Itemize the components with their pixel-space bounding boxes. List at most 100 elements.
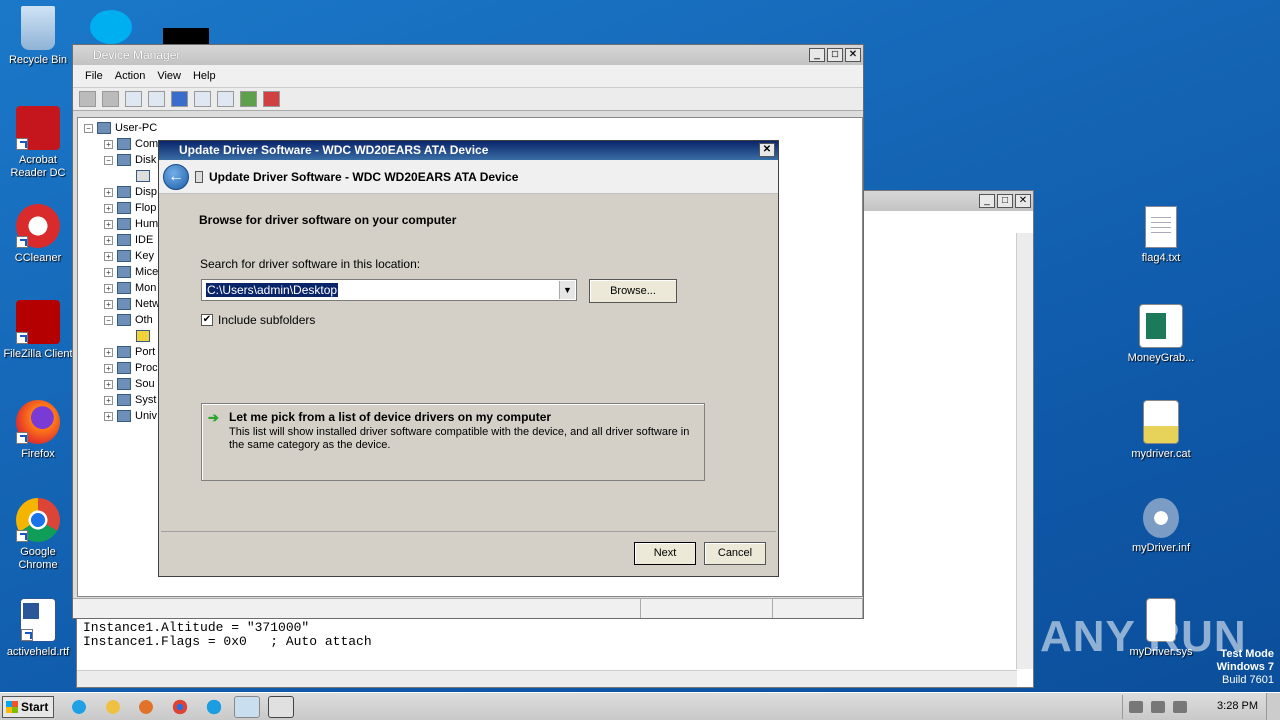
menu-view[interactable]: View <box>151 70 187 82</box>
test-mode-label: Test Mode Windows 7 Build 7601 <box>1216 648 1274 686</box>
toolbar <box>73 87 863 111</box>
tree-item[interactable]: + Key <box>104 248 154 264</box>
image-file-icon <box>1139 304 1183 348</box>
tree-item[interactable]: + Mon <box>104 280 156 296</box>
edge-icon[interactable] <box>201 696 227 718</box>
ie-icon[interactable] <box>66 696 92 718</box>
next-button[interactable]: Next <box>634 542 696 565</box>
firefox-icon <box>16 400 60 444</box>
tree-item[interactable] <box>136 168 150 184</box>
view-icon[interactable] <box>194 91 211 107</box>
tree-item[interactable]: + Com <box>104 136 158 152</box>
flag-icon[interactable] <box>1173 701 1187 713</box>
tree-root[interactable]: − User-PC <box>84 120 157 136</box>
option-title: Let me pick from a list of device driver… <box>229 410 552 424</box>
tree-item[interactable]: + Univ <box>104 408 157 424</box>
update-driver-dialog[interactable]: Update Driver Software - WDC WD20EARS AT… <box>158 140 779 577</box>
pick-from-list-option[interactable]: ➔ Let me pick from a list of device driv… <box>201 403 705 481</box>
show-desktop-button[interactable] <box>1266 693 1280 720</box>
desktop-icon-activeheld[interactable]: activeheld.rtf <box>0 598 76 659</box>
menu-help[interactable]: Help <box>187 70 222 82</box>
dialog-titlebar[interactable]: Update Driver Software - WDC WD20EARS AT… <box>159 141 778 160</box>
tree-item[interactable]: − Disk <box>104 152 156 168</box>
uninstall-icon[interactable] <box>263 91 280 107</box>
menu-action[interactable]: Action <box>109 70 152 82</box>
collapse-icon[interactable]: − <box>84 123 93 133</box>
black-window-icon[interactable] <box>163 28 209 44</box>
desktop-icon-chrome[interactable]: Google Chrome <box>0 498 76 572</box>
vertical-scrollbar[interactable] <box>1016 233 1033 669</box>
device-manager-taskbar-icon[interactable] <box>268 696 294 718</box>
minimize-button[interactable]: _ <box>979 194 995 208</box>
start-button[interactable]: Start <box>2 696 54 718</box>
scan-hardware-icon[interactable] <box>217 91 234 107</box>
media-player-icon[interactable] <box>133 696 159 718</box>
checkmark-icon[interactable]: ✔ <box>201 314 213 326</box>
search-location-combobox[interactable]: C:\Users\admin\Desktop ▼ <box>201 279 577 301</box>
desktop-icon-mydriver-cat[interactable]: mydriver.cat <box>1123 400 1199 461</box>
window-title: Device Manager <box>93 48 181 62</box>
include-subfolders-checkbox[interactable]: ✔ Include subfolders <box>201 313 315 327</box>
warning-device-icon <box>136 330 150 342</box>
list-icon[interactable] <box>148 91 165 107</box>
tree-item[interactable] <box>136 328 150 344</box>
cancel-button[interactable]: Cancel <box>704 542 766 565</box>
desktop-icon-moneygrab[interactable]: MoneyGrab... <box>1123 304 1199 365</box>
desktop-icon-mydriver-inf[interactable]: myDriver.inf <box>1123 498 1199 555</box>
device-icon <box>195 170 203 183</box>
forward-arrow-icon[interactable] <box>102 91 119 107</box>
desktop-icon-filezilla[interactable]: FileZilla Client <box>0 300 76 361</box>
chevron-down-icon[interactable]: ▼ <box>559 281 575 299</box>
tree-item[interactable]: + Proc <box>104 360 158 376</box>
desktop-icon-flag4[interactable]: flag4.txt <box>1123 206 1199 265</box>
desktop-icon-acrobat[interactable]: Acrobat Reader DC <box>0 106 76 180</box>
notepad-text[interactable]: Instance1.Altitude = "371000" Instance1.F… <box>83 621 372 649</box>
desktop-icon-ccleaner[interactable]: CCleaner <box>0 204 76 265</box>
desktop-icon-firefox[interactable]: Firefox <box>0 400 76 461</box>
recycle-bin-icon <box>21 6 55 50</box>
skype-icon[interactable] <box>90 10 132 44</box>
search-location-value[interactable]: C:\Users\admin\Desktop <box>206 283 339 297</box>
tree-item[interactable]: + Flop <box>104 200 156 216</box>
tree-item[interactable]: + Hum <box>104 216 158 232</box>
tree-item[interactable]: + Port <box>104 344 155 360</box>
tree-item[interactable]: − Oth <box>104 312 153 328</box>
wizard-header-title: Update Driver Software - WDC WD20EARS AT… <box>209 169 519 184</box>
menu-bar: File Action View Help <box>73 65 863 87</box>
dialog-title: Update Driver Software - WDC WD20EARS AT… <box>179 143 489 157</box>
close-button[interactable]: ✕ <box>845 48 861 62</box>
acrobat-icon <box>16 106 60 150</box>
tree-item[interactable]: + Netw <box>104 296 160 312</box>
back-button[interactable]: ← <box>163 163 189 190</box>
maximize-button[interactable]: □ <box>827 48 843 62</box>
maximize-button[interactable]: □ <box>997 194 1013 208</box>
volume-icon[interactable] <box>1129 701 1143 713</box>
clock[interactable]: 3:28 PM <box>1217 700 1258 712</box>
option-description: This list will show installed driver sof… <box>229 426 690 451</box>
update-driver-icon[interactable] <box>240 91 257 107</box>
menu-file[interactable]: File <box>79 70 109 82</box>
catalog-file-icon <box>1143 400 1179 444</box>
browse-button[interactable]: Browse... <box>589 279 677 303</box>
close-button[interactable]: ✕ <box>1015 194 1031 208</box>
properties-icon[interactable] <box>125 91 142 107</box>
network-icon[interactable] <box>1151 701 1165 713</box>
notepad-taskbar-icon[interactable] <box>234 696 260 718</box>
horizontal-scrollbar[interactable] <box>77 670 1017 687</box>
chrome-taskbar-icon[interactable] <box>167 696 193 718</box>
setup-info-icon <box>1143 498 1179 538</box>
tree-item[interactable]: + Syst <box>104 392 156 408</box>
close-button[interactable]: ✕ <box>759 143 775 157</box>
back-arrow-icon[interactable] <box>79 91 96 107</box>
device-manager-titlebar[interactable]: Device Manager _ □ ✕ <box>73 45 863 65</box>
tree-item[interactable]: + IDE <box>104 232 153 248</box>
help-icon[interactable] <box>171 91 188 107</box>
taskbar: Start 3:28 PM <box>0 692 1280 720</box>
tree-item[interactable]: + Disp <box>104 184 157 200</box>
explorer-icon[interactable] <box>100 696 126 718</box>
tree-item[interactable]: + Mice <box>104 264 158 280</box>
tree-item[interactable]: + Sou <box>104 376 155 392</box>
desktop-icon-recycle-bin[interactable]: Recycle Bin <box>0 6 76 67</box>
page-heading: Browse for driver software on your compu… <box>199 213 457 227</box>
minimize-button[interactable]: _ <box>809 48 825 62</box>
